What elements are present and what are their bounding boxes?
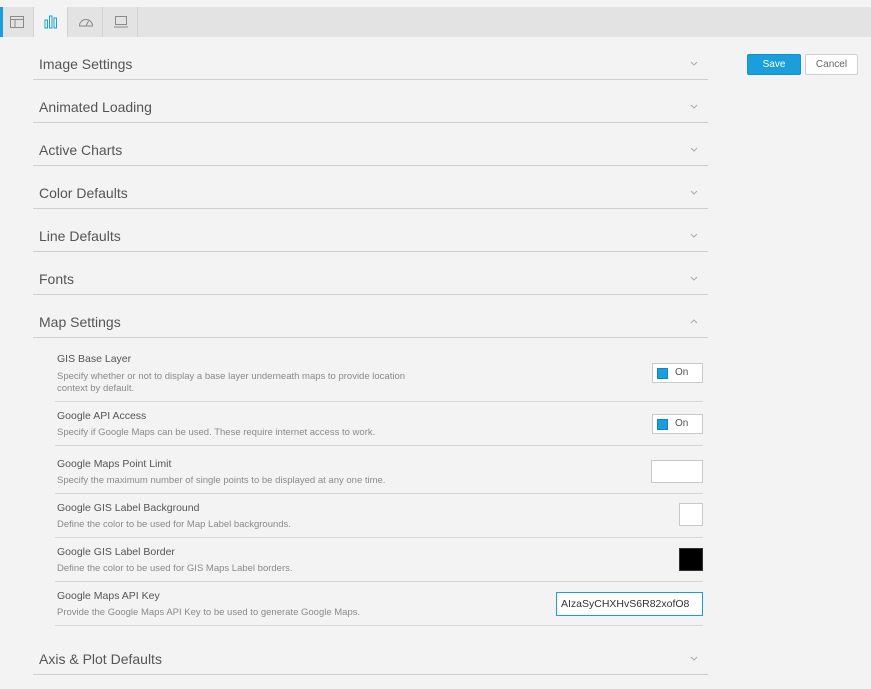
chevron-down-icon bbox=[690, 147, 698, 152]
setting-description: Specify whether or not to display a base… bbox=[57, 371, 406, 394]
point-limit-input[interactable] bbox=[651, 460, 703, 483]
label-background-color-swatch[interactable] bbox=[679, 503, 703, 526]
setting-title: GIS Base Layer bbox=[57, 353, 132, 365]
setting-row-api-key: Google Maps API Key Provide the Google M… bbox=[55, 582, 703, 626]
setting-title: Google GIS Label Border bbox=[57, 546, 175, 558]
section-image-settings[interactable]: Image Settings bbox=[33, 47, 708, 80]
section-active-charts[interactable]: Active Charts bbox=[33, 123, 708, 166]
toggle-label: On bbox=[675, 418, 689, 429]
setting-description: Specify the maximum number of single poi… bbox=[57, 475, 386, 486]
section-title: Image Settings bbox=[39, 56, 133, 72]
chevron-up-icon bbox=[690, 319, 698, 324]
bar-chart-icon bbox=[44, 15, 57, 29]
label-border-color-swatch[interactable] bbox=[679, 548, 703, 571]
setting-description: Define the color to be used for GIS Maps… bbox=[57, 563, 293, 574]
section-title: Active Charts bbox=[39, 142, 123, 158]
section-axis-plot-defaults[interactable]: Axis & Plot Defaults bbox=[33, 636, 708, 675]
setting-title: Google Maps Point Limit bbox=[57, 458, 172, 470]
section-title: Animated Loading bbox=[39, 99, 152, 115]
setting-title: Google Maps API Key bbox=[57, 590, 160, 602]
section-title: Fonts bbox=[39, 271, 75, 287]
section-title: Axis & Plot Defaults bbox=[39, 651, 162, 667]
tab-gauge[interactable] bbox=[69, 7, 103, 37]
tab-charts[interactable] bbox=[34, 7, 68, 37]
cancel-button[interactable]: Cancel bbox=[805, 54, 858, 75]
section-map-settings[interactable]: Map Settings bbox=[33, 295, 708, 338]
tab-bar bbox=[0, 7, 871, 37]
section-color-defaults[interactable]: Color Defaults bbox=[33, 166, 708, 209]
section-fonts[interactable]: Fonts bbox=[33, 252, 708, 295]
section-title: Map Settings bbox=[39, 314, 121, 330]
api-key-input[interactable]: AIzaSyCHXHvS6R82xofO8 bbox=[556, 592, 703, 616]
section-animated-loading[interactable]: Animated Loading bbox=[33, 80, 708, 123]
gauge-icon bbox=[78, 19, 93, 27]
setting-row-label-border: Google GIS Label Border Define the color… bbox=[55, 538, 703, 582]
chevron-down-icon bbox=[690, 61, 698, 66]
chevron-down-icon bbox=[690, 190, 698, 195]
google-api-access-toggle[interactable]: On bbox=[652, 414, 703, 434]
setting-description: Provide the Google Maps API Key to be us… bbox=[57, 607, 361, 618]
section-title: Line Defaults bbox=[39, 228, 121, 244]
setting-row-point-limit: Google Maps Point Limit Specify the maxi… bbox=[55, 446, 703, 494]
toggle-knob bbox=[657, 368, 668, 379]
tab-table[interactable] bbox=[0, 7, 34, 37]
chevron-down-icon bbox=[690, 104, 698, 109]
chevron-down-icon bbox=[690, 656, 698, 661]
setting-description: Specify if Google Maps can be used. Thes… bbox=[57, 427, 376, 438]
monitor-icon bbox=[113, 16, 128, 28]
toggle-label: On bbox=[675, 367, 689, 378]
chevron-down-icon bbox=[690, 276, 698, 281]
setting-title: Google GIS Label Background bbox=[57, 502, 200, 514]
setting-description: Define the color to be used for Map Labe… bbox=[57, 519, 291, 530]
setting-row-gis-base-layer: GIS Base Layer Specify whether or not to… bbox=[55, 346, 703, 402]
setting-title: Google API Access bbox=[57, 410, 147, 422]
toggle-knob bbox=[657, 419, 668, 430]
setting-row-label-background: Google GIS Label Background Define the c… bbox=[55, 494, 703, 538]
setting-row-google-api-access: Google API Access Specify if Google Maps… bbox=[55, 402, 703, 446]
section-line-defaults[interactable]: Line Defaults bbox=[33, 209, 708, 252]
table-icon bbox=[9, 16, 24, 28]
chevron-down-icon bbox=[690, 233, 698, 238]
gis-base-layer-toggle[interactable]: On bbox=[652, 363, 703, 383]
save-button[interactable]: Save bbox=[747, 54, 801, 75]
tab-display[interactable] bbox=[104, 7, 138, 37]
active-tab-indicator bbox=[0, 7, 3, 37]
section-title: Color Defaults bbox=[39, 185, 128, 201]
